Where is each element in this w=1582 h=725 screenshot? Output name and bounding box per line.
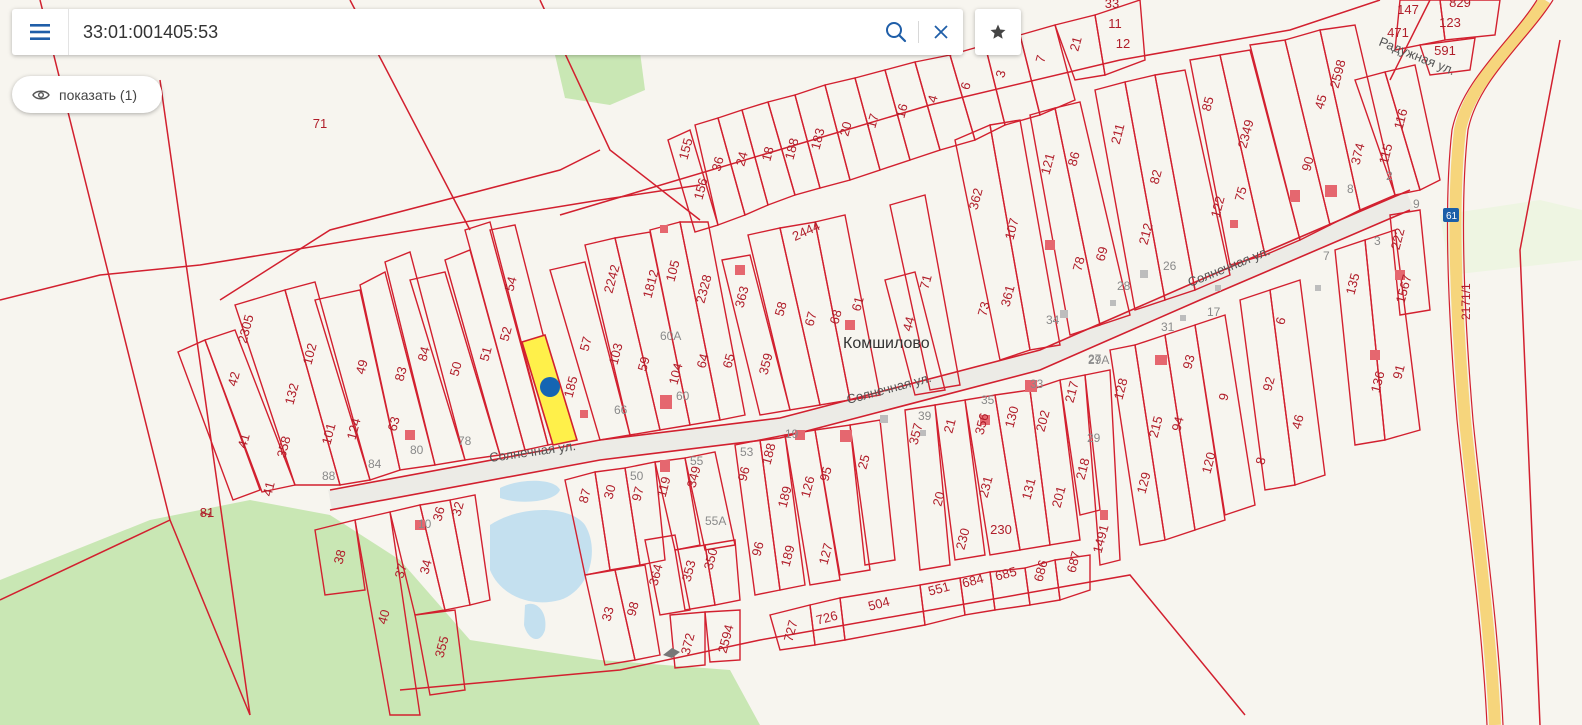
parcel-number-label: 230	[990, 522, 1012, 537]
house-number-label: 88	[322, 469, 336, 483]
house-number-label: 27	[1088, 352, 1102, 366]
parcel-marker[interactable]	[540, 377, 560, 397]
house-number-label: 31	[1161, 320, 1175, 334]
house-number-label: 28	[1117, 279, 1131, 293]
house-number-label: 84	[368, 457, 382, 471]
menu-button[interactable]	[12, 9, 69, 55]
village-label: Комшилово	[843, 335, 930, 352]
clear-search-button[interactable]	[919, 9, 963, 55]
house-number-label: 8	[1347, 182, 1354, 196]
house-number-label: 34	[1046, 313, 1060, 327]
house-number-label: 10	[418, 517, 432, 531]
house-number-label: 60	[676, 389, 690, 403]
house-number-label: 80	[410, 443, 424, 457]
parcel-number-label: 81	[200, 505, 214, 520]
star-icon	[990, 24, 1006, 39]
favorites-button[interactable]	[975, 9, 1021, 55]
house-number-label: 66	[614, 403, 628, 417]
house-number-label: 3	[1374, 234, 1381, 248]
parcel-number-label: 12	[1116, 36, 1130, 51]
house-number-label: 26	[1163, 259, 1177, 273]
house-number-label: 19	[785, 427, 799, 441]
house-number-label: 7	[1323, 249, 1330, 263]
show-button-label: показать (1)	[59, 86, 138, 103]
house-number-label: 35	[981, 393, 995, 407]
parcel-number-label: 71	[313, 116, 327, 131]
house-number-label: 53	[740, 445, 754, 459]
parcel-number-label: 123	[1439, 15, 1461, 30]
road-number-label: 2171/1	[1459, 283, 1473, 320]
parcel-number-label: 11	[1108, 16, 1122, 31]
house-number-label: 2	[1386, 169, 1393, 183]
house-number-label: 55	[690, 454, 704, 468]
house-number-label: 29	[1087, 431, 1101, 445]
search-icon	[886, 22, 907, 43]
house-number-label: 60A	[660, 329, 681, 343]
search-input[interactable]	[69, 10, 874, 54]
road-badge-label: 61	[1446, 211, 1458, 222]
house-number-label: 50	[630, 469, 644, 483]
search-button[interactable]	[874, 9, 918, 55]
map-canvas[interactable]: 7114241230513235841102101 124496383845051…	[0, 0, 1582, 725]
pond	[490, 510, 592, 603]
close-icon	[934, 25, 948, 39]
parcel-number-label: 33	[1105, 0, 1119, 11]
house-number-label: 39	[918, 409, 932, 423]
cadastral-map[interactable]: 71 1 42 41 2305 132 358 41 102 101 124 49 63 83 84 50 51…	[0, 0, 1582, 725]
house-number-label: 78	[458, 434, 472, 448]
parcel-number-label: 147	[1397, 2, 1419, 17]
house-number-label: 33	[1030, 377, 1044, 391]
house-number-label: 9	[1413, 197, 1420, 211]
show-layers-button[interactable]: показать (1)	[12, 76, 162, 113]
eye-icon	[32, 90, 50, 99]
house-number-label: 55A	[705, 514, 726, 528]
parcel-number-label: 829	[1449, 0, 1471, 10]
menu-icon	[30, 24, 50, 40]
search-bar	[12, 9, 963, 55]
house-number-label: 17	[1207, 305, 1221, 319]
